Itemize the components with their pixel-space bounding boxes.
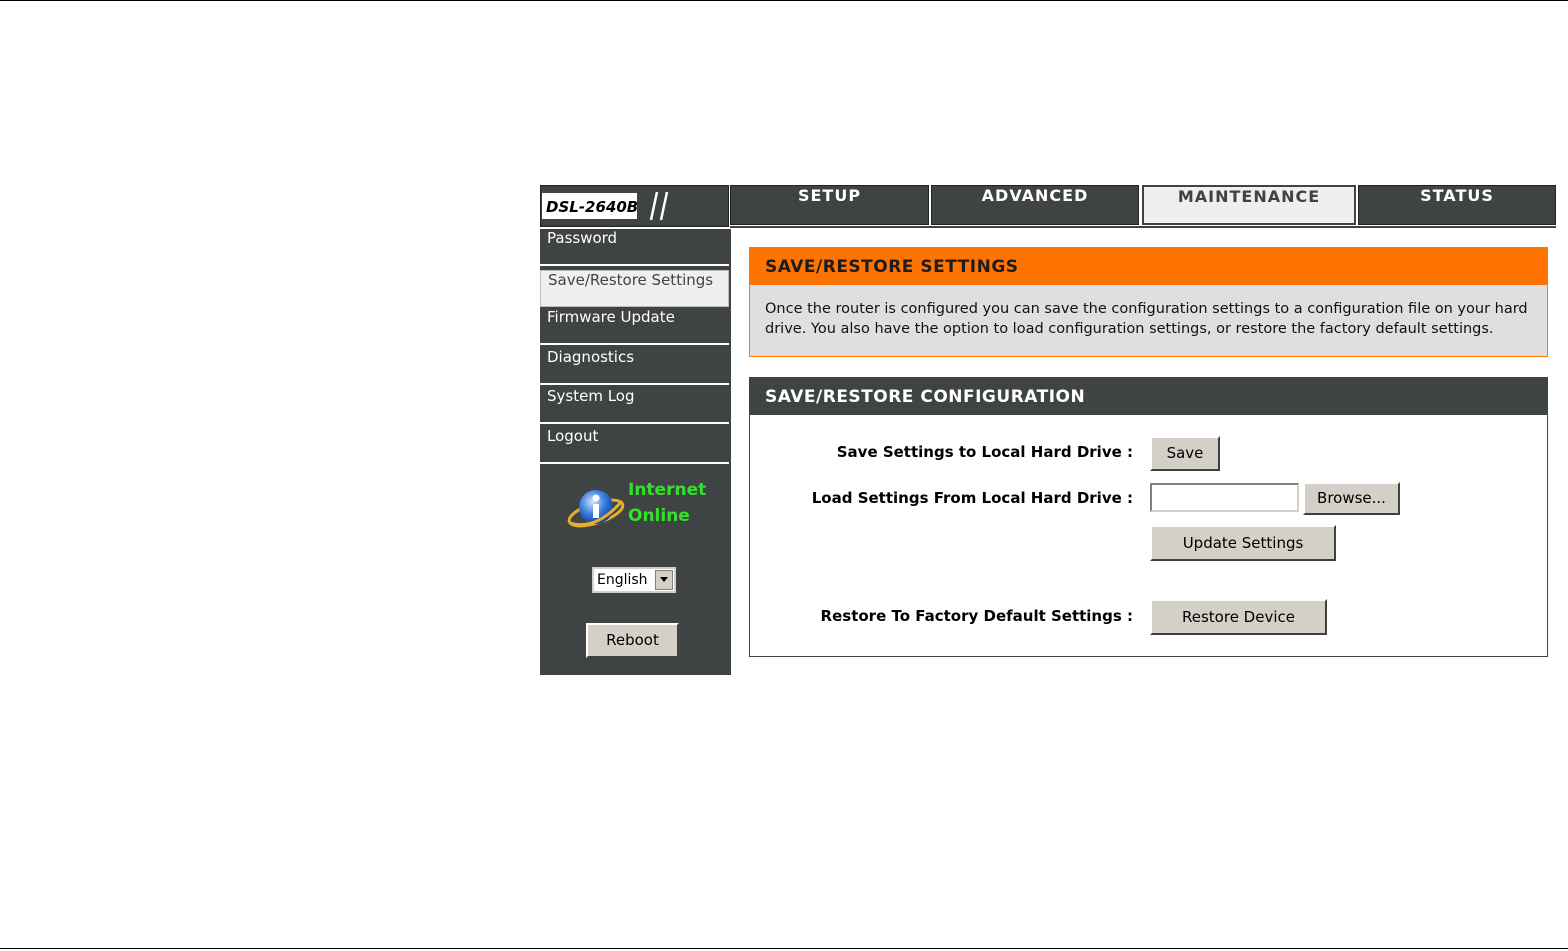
sidebar-item-logout[interactable]: Logout: [540, 427, 729, 464]
page-bottom-rule: [0, 948, 1568, 949]
reboot-button[interactable]: Reboot: [586, 623, 679, 658]
save-restore-info-panel: SAVE/RESTORE SETTINGS Once the router is…: [749, 247, 1548, 357]
restore-device-button[interactable]: Restore Device: [1150, 599, 1327, 635]
info-panel-description: Once the router is configured you can sa…: [765, 301, 1528, 337]
info-panel-title: SAVE/RESTORE SETTINGS: [750, 248, 1547, 285]
tab-setup[interactable]: SETUP: [730, 185, 929, 225]
sidebar-item-password[interactable]: Password: [540, 229, 729, 266]
model-name: DSL-2640B: [546, 198, 637, 216]
nav-divider: [730, 226, 1556, 228]
brand-logo: DSL-2640B: [540, 185, 729, 227]
status-internet-label: Internet: [628, 480, 707, 500]
tab-advanced[interactable]: ADVANCED: [931, 185, 1139, 225]
top-navigation: DSL-2640B SETUP ADVANCED MAINTENANCE STA…: [540, 185, 1556, 228]
save-settings-label: Save Settings to Local Hard Drive :: [836, 443, 1133, 461]
save-restore-config-panel: SAVE/RESTORE CONFIGURATION Save Settings…: [749, 377, 1548, 657]
logo-slashes-icon: [649, 191, 669, 221]
internet-status: Internet Online: [566, 477, 716, 537]
settings-file-input[interactable]: [1150, 483, 1299, 512]
load-settings-label: Load Settings From Local Hard Drive :: [811, 489, 1133, 507]
restore-factory-label: Restore To Factory Default Settings :: [820, 607, 1133, 625]
sidebar-item-diagnostics[interactable]: Diagnostics: [540, 348, 729, 385]
config-panel-title: SAVE/RESTORE CONFIGURATION: [750, 378, 1547, 415]
tab-maintenance[interactable]: MAINTENANCE: [1142, 185, 1356, 225]
update-settings-button[interactable]: Update Settings: [1150, 525, 1336, 561]
page-top-rule: [0, 0, 1568, 1]
sidebar-item-save-restore[interactable]: Save/Restore Settings: [540, 270, 729, 307]
info-globe-icon: [567, 490, 625, 528]
sidebar-item-system-log[interactable]: System Log: [540, 387, 729, 424]
status-online-label: Online: [628, 506, 690, 526]
dropdown-arrow-icon[interactable]: [655, 570, 673, 590]
sidebar: Password Save/Restore Settings Firmware …: [540, 229, 731, 675]
browse-button[interactable]: Browse...: [1303, 482, 1400, 515]
tab-status[interactable]: STATUS: [1358, 185, 1556, 225]
language-select[interactable]: English: [592, 567, 676, 593]
language-value: English: [597, 572, 648, 588]
sidebar-item-firmware-update[interactable]: Firmware Update: [540, 308, 729, 345]
save-button[interactable]: Save: [1150, 436, 1220, 471]
